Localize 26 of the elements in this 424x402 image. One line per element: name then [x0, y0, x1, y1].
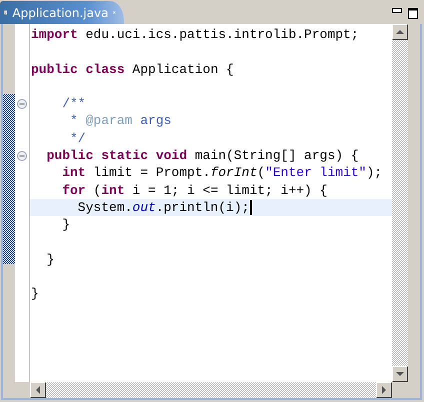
code-line: import edu.uci.ics.pattis.introlib.Prompt; [30, 26, 360, 44]
code-line: */ [69, 130, 87, 148]
scroll-up-button[interactable] [392, 24, 408, 40]
horizontal-scrollbar[interactable] [30, 382, 392, 398]
scroll-left-button[interactable] [30, 382, 46, 398]
tab-title: Application.java [12, 6, 108, 20]
code-line: } [46, 250, 56, 268]
vertical-scrollbar[interactable] [392, 24, 408, 382]
code-line: * @param args [69, 112, 172, 130]
code-line: public static void main(String[] args) { [46, 147, 360, 164]
collapse-icon[interactable] [17, 150, 27, 161]
code-line: /** [61, 95, 87, 112]
collapse-icon[interactable] [17, 98, 27, 109]
code-line: } [61, 216, 72, 234]
arrow-icon [35, 385, 41, 395]
code-line: for (int i = 1; i <= limit; i++) { [61, 182, 328, 199]
text-cursor [250, 200, 252, 216]
editor-tab[interactable]: Application.java [0, 1, 124, 24]
arrow-icon [395, 29, 405, 35]
maximize-icon[interactable] [408, 8, 418, 19]
code-line: int limit = Prompt.forInt("Enter limit"); [61, 164, 384, 182]
code-line: public class Application { [30, 60, 235, 78]
scroll-down-button[interactable] [392, 366, 408, 382]
code-line: } [30, 285, 40, 303]
scroll-right-button[interactable] [376, 382, 392, 398]
minimize-icon[interactable] [392, 8, 402, 14]
